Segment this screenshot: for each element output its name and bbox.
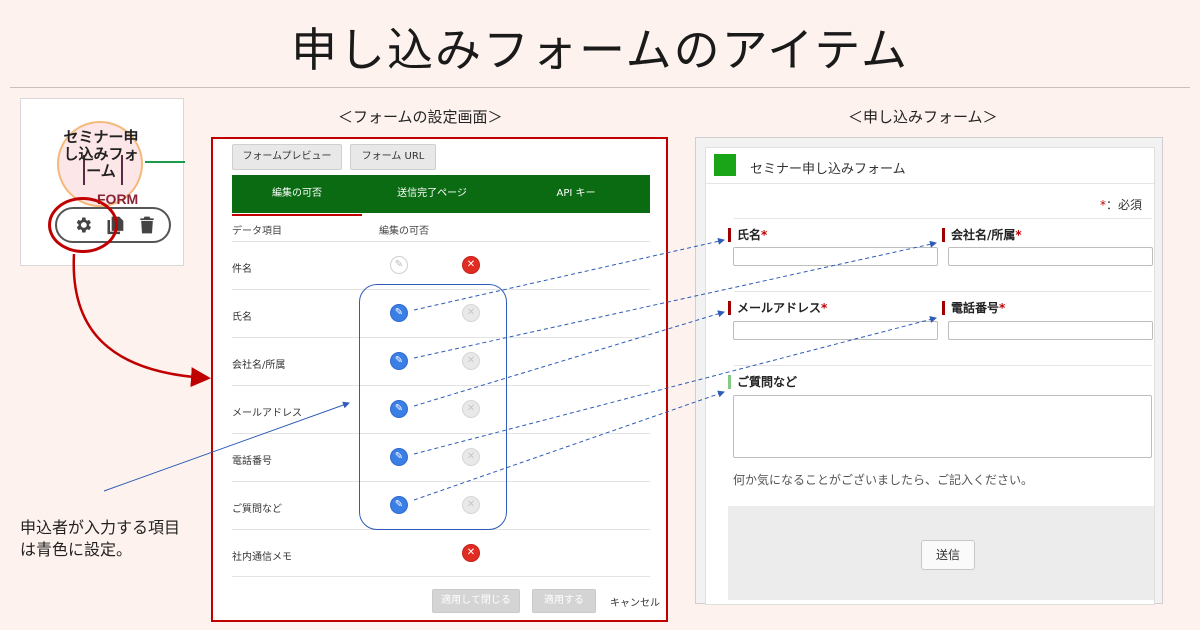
questions-connector [413, 390, 725, 501]
caption-pointer [103, 401, 350, 492]
settings-arrow [72, 253, 211, 388]
email-connector [413, 310, 725, 407]
annotation-arrows [72, 237, 937, 501]
company-connector [413, 240, 937, 359]
phone-connector [413, 316, 937, 455]
